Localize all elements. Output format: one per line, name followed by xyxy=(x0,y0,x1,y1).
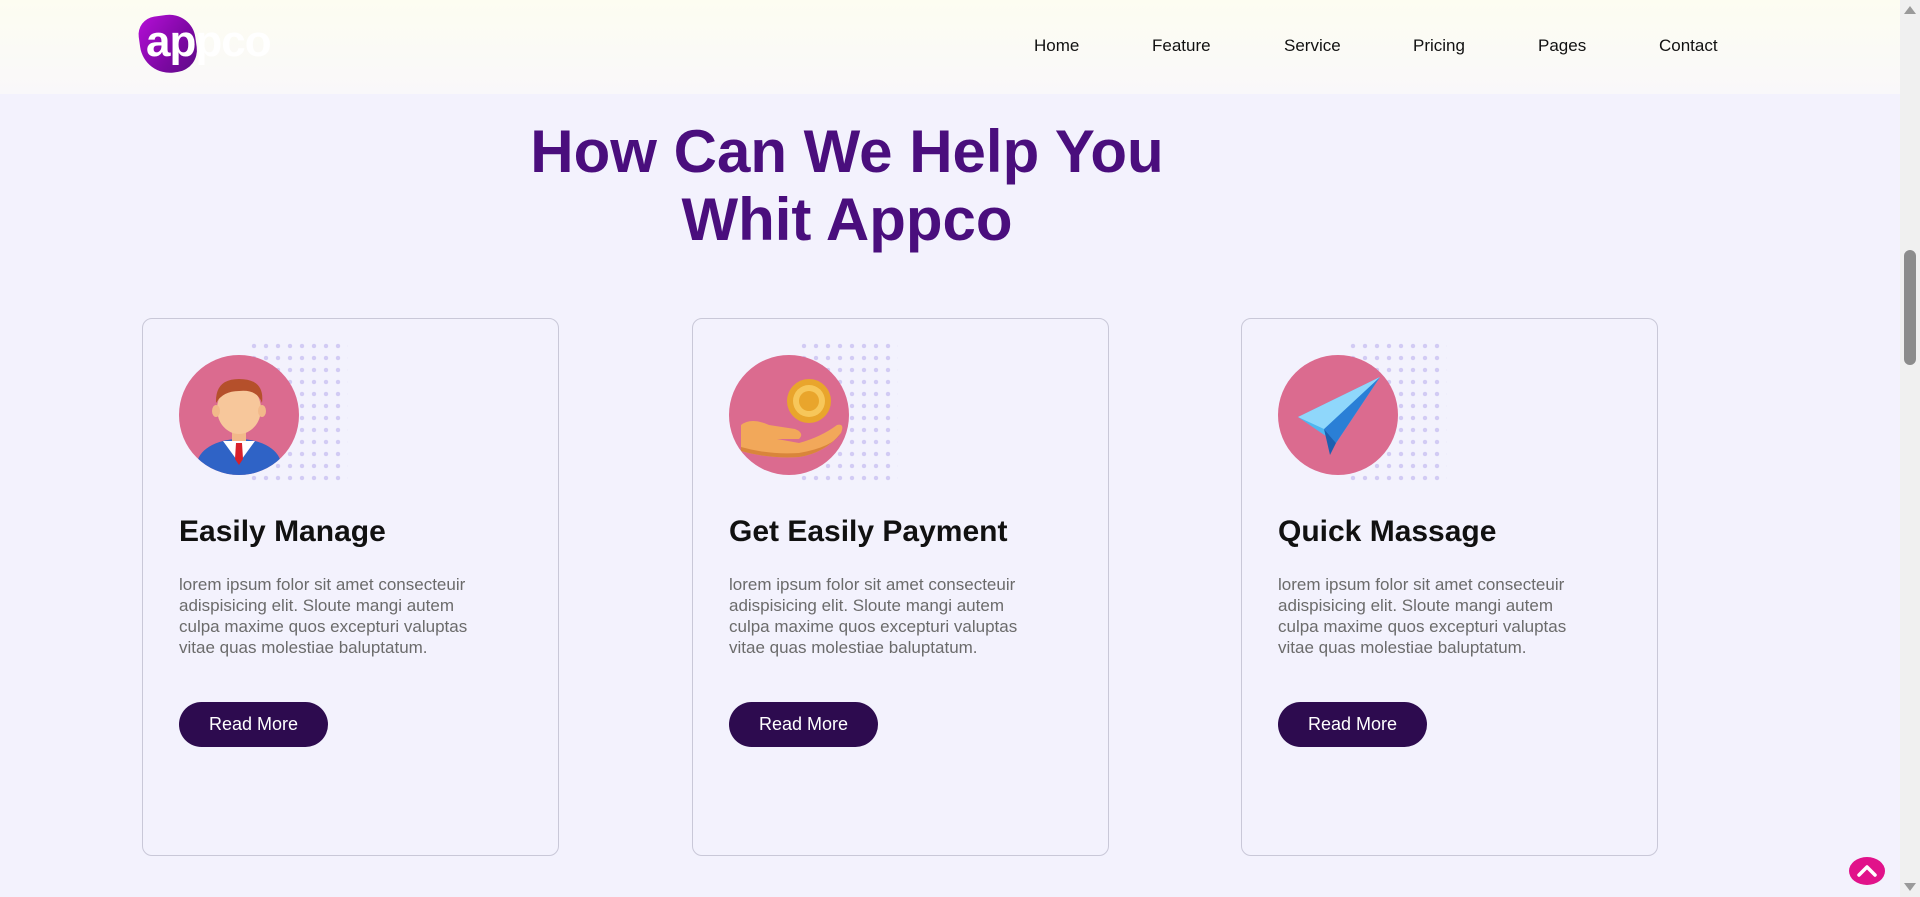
card-title: Quick Massage xyxy=(1278,515,1497,548)
scroll-down-arrow-icon[interactable] xyxy=(1904,883,1916,891)
businessman-icon xyxy=(179,355,299,475)
heading-line-2: Whit Appco xyxy=(681,186,1013,253)
nav-contact[interactable]: Contact xyxy=(1659,36,1718,56)
card-description: lorem ipsum folor sit amet consecteuir a… xyxy=(729,575,1018,657)
section-heading: How Can We Help You Whit Appco xyxy=(447,118,1247,254)
service-card-message: Quick Massage lorem ipsum folor sit amet… xyxy=(1241,318,1658,856)
nav-pricing[interactable]: Pricing xyxy=(1413,36,1465,56)
coin-hand-icon xyxy=(729,355,849,475)
heading-line-1: How Can We Help You xyxy=(530,118,1164,185)
service-card-payment: Get Easily Payment lorem ipsum folor sit… xyxy=(692,318,1109,856)
service-card-manage: Easily Manage lorem ipsum folor sit amet… xyxy=(142,318,559,856)
nav-feature[interactable]: Feature xyxy=(1152,36,1211,56)
scroll-up-arrow-icon[interactable] xyxy=(1904,6,1916,14)
scrollbar-thumb[interactable] xyxy=(1904,250,1916,365)
card-title: Get Easily Payment xyxy=(729,515,1008,548)
read-more-button[interactable]: Read More xyxy=(179,702,328,747)
page-scrollbar[interactable] xyxy=(1900,0,1920,897)
nav-home[interactable]: Home xyxy=(1034,36,1079,56)
nav-service[interactable]: Service xyxy=(1284,36,1341,56)
read-more-button[interactable]: Read More xyxy=(729,702,878,747)
site-header: appco Home Feature Service Pricing Pages… xyxy=(0,0,1900,94)
main-nav: Home Feature Service Pricing Pages Conta… xyxy=(0,36,1900,60)
chevron-up-icon xyxy=(1857,865,1877,877)
card-description: lorem ipsum folor sit amet consecteuir a… xyxy=(1278,575,1567,657)
card-title: Easily Manage xyxy=(179,515,386,548)
card-description: lorem ipsum folor sit amet consecteuir a… xyxy=(179,575,468,657)
scroll-to-top-button[interactable] xyxy=(1849,857,1885,885)
paper-plane-icon xyxy=(1278,355,1398,475)
nav-pages[interactable]: Pages xyxy=(1538,36,1586,56)
read-more-button[interactable]: Read More xyxy=(1278,702,1427,747)
